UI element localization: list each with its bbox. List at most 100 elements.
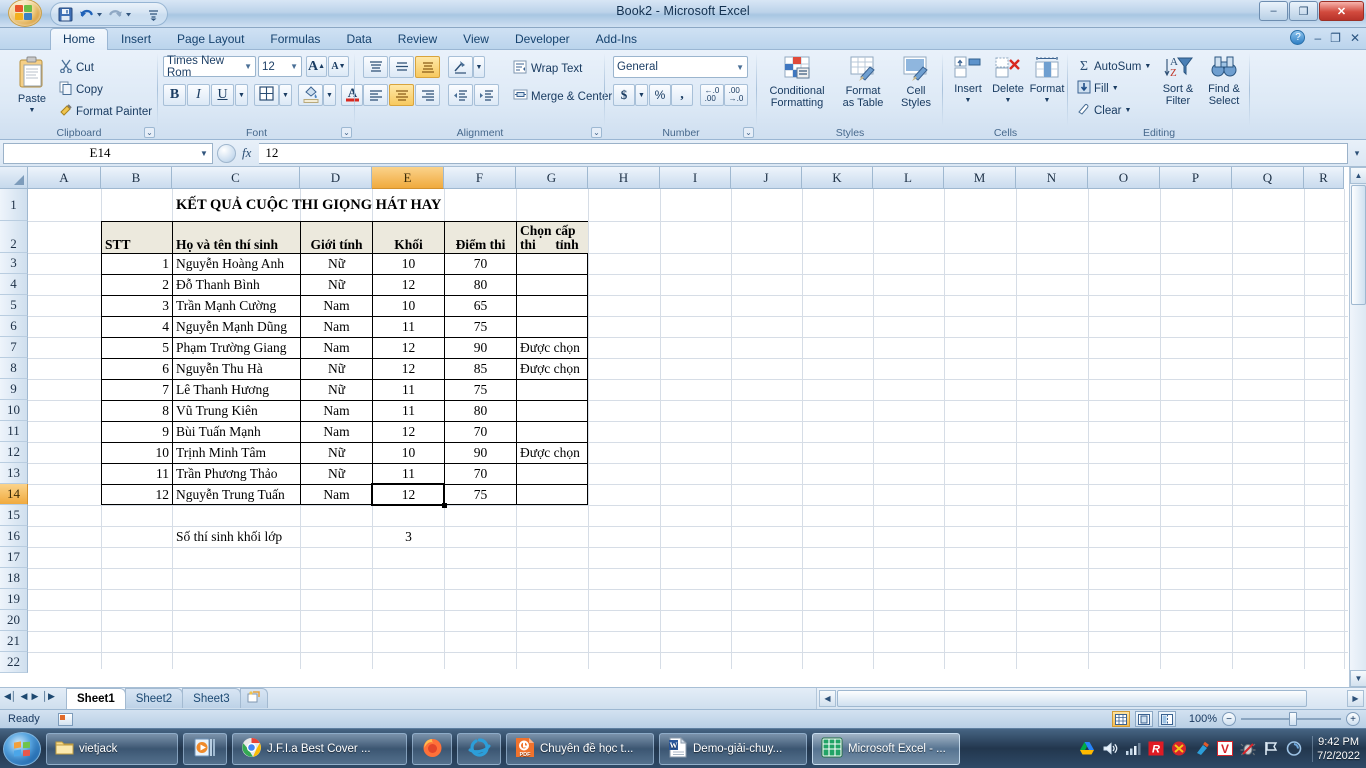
table-row[interactable]: Nữ — [301, 254, 372, 274]
table-row[interactable]: Nữ — [301, 380, 372, 400]
table-row[interactable]: Nam — [301, 338, 372, 358]
start-button[interactable] — [3, 731, 41, 766]
google-drive-icon[interactable] — [1079, 741, 1095, 757]
row-header-18[interactable]: 18 — [0, 568, 28, 589]
zoom-slider-thumb[interactable] — [1289, 712, 1297, 726]
table-row[interactable]: 70 — [445, 422, 516, 442]
table-row[interactable]: 7 — [102, 380, 172, 400]
row-header-2[interactable]: 2 — [0, 221, 28, 253]
last-sheet-button[interactable]: │▶ — [42, 691, 55, 702]
row-header-13[interactable]: 13 — [0, 463, 28, 484]
table-header-khoi[interactable]: Khối — [373, 222, 444, 253]
table-row[interactable]: 75 — [445, 485, 516, 505]
align-top-button[interactable] — [363, 56, 388, 78]
row-header-12[interactable]: 12 — [0, 442, 28, 463]
row-header-6[interactable]: 6 — [0, 316, 28, 337]
table-row[interactable]: Bùi Tuấn Mạnh — [173, 422, 300, 442]
table-row[interactable]: 90 — [445, 443, 516, 463]
vertical-scrollbar[interactable]: ▲ ▼ — [1349, 167, 1366, 687]
unikey-icon[interactable] — [1171, 741, 1187, 757]
table-row[interactable]: Được chọn — [517, 443, 588, 463]
decrease-decimal-button[interactable]: .00 →.0 — [724, 84, 748, 106]
copy-button[interactable]: Copy — [56, 80, 106, 99]
align-center-button[interactable] — [389, 84, 414, 106]
table-row[interactable]: 4 — [102, 317, 172, 337]
borders-dropdown-button[interactable]: ▼ — [279, 84, 292, 106]
table-row[interactable]: 12 — [373, 338, 444, 358]
select-all-button[interactable] — [0, 167, 28, 189]
fill-dropdown-icon[interactable]: ▼ — [1112, 85, 1119, 92]
fill-button[interactable]: Fill ▼ — [1074, 79, 1122, 98]
taskbar-item-excel[interactable]: Microsoft Excel - ... — [812, 732, 960, 765]
tab-data[interactable]: Data — [333, 28, 384, 50]
align-left-button[interactable] — [363, 84, 388, 106]
table-row[interactable]: 75 — [445, 380, 516, 400]
row-header-11[interactable]: 11 — [0, 421, 28, 442]
table-row[interactable]: 1 — [102, 254, 172, 274]
column-header-i[interactable]: I — [660, 167, 731, 189]
table-header-diem-thi[interactable]: Điểm thi — [445, 222, 516, 253]
align-middle-button[interactable] — [389, 56, 414, 78]
column-header-d[interactable]: D — [300, 167, 372, 189]
scroll-left-button[interactable]: ◀ — [819, 690, 836, 707]
table-row[interactable]: 12 — [373, 485, 444, 505]
percent-button[interactable]: % — [649, 84, 671, 106]
tab-view[interactable]: View — [450, 28, 502, 50]
normal-view-button[interactable] — [1112, 711, 1130, 727]
row-header-19[interactable]: 19 — [0, 589, 28, 610]
decrease-indent-button[interactable] — [448, 84, 473, 106]
font-size-caret-icon[interactable]: ▼ — [290, 62, 298, 71]
table-row[interactable]: Nam — [301, 317, 372, 337]
ribbon-close-button[interactable]: ✕ — [1350, 31, 1360, 45]
table-row[interactable]: Nam — [301, 296, 372, 316]
table-row[interactable]: Đỗ Thanh Bình — [173, 275, 300, 295]
summary-value-cell[interactable]: 3 — [373, 527, 444, 547]
column-header-k[interactable]: K — [802, 167, 873, 189]
orientation-button[interactable] — [448, 56, 473, 78]
font-name-input[interactable]: Times New Rom ▼ — [163, 55, 256, 79]
cleaner-icon[interactable] — [1194, 741, 1210, 757]
flag-icon[interactable] — [1263, 741, 1279, 757]
row-header-14[interactable]: 14 — [0, 484, 28, 505]
taskbar-item-media-player[interactable] — [183, 732, 227, 765]
page-break-view-button[interactable] — [1158, 711, 1176, 727]
bold-button[interactable]: B — [163, 84, 186, 106]
clipboard-dialog-launcher[interactable]: ⌄ — [144, 127, 155, 138]
column-header-o[interactable]: O — [1088, 167, 1160, 189]
table-row[interactable]: 12 — [373, 359, 444, 379]
column-header-l[interactable]: L — [873, 167, 944, 189]
table-row[interactable]: 10 — [373, 443, 444, 463]
column-header-n[interactable]: N — [1016, 167, 1088, 189]
table-row[interactable]: Nữ — [301, 443, 372, 463]
column-header-a[interactable]: A — [28, 167, 101, 189]
wrap-text-button[interactable]: Wrap Text — [510, 59, 585, 78]
format-cells-button[interactable]: Format ▼ — [1028, 56, 1066, 107]
table-row[interactable]: 10 — [373, 254, 444, 274]
row-header-5[interactable]: 5 — [0, 295, 28, 316]
tab-page-layout[interactable]: Page Layout — [164, 28, 257, 50]
scroll-up-button[interactable]: ▲ — [1350, 167, 1366, 184]
antivirus-icon[interactable]: R — [1148, 741, 1164, 757]
sheet-tab-sheet3[interactable]: Sheet3 — [182, 688, 241, 708]
column-header-g[interactable]: G — [516, 167, 588, 189]
table-row[interactable]: Lê Thanh Hương — [173, 380, 300, 400]
taskbar-item-firefox[interactable] — [412, 732, 452, 765]
next-sheet-button[interactable]: ▶ — [31, 691, 38, 702]
prev-sheet-button[interactable]: ◀ — [21, 691, 28, 702]
zoom-slider[interactable] — [1241, 712, 1341, 726]
table-row[interactable]: Nam — [301, 485, 372, 505]
autosum-button[interactable]: Σ AutoSum ▼ — [1074, 57, 1154, 76]
table-row[interactable]: 10 — [102, 443, 172, 463]
row-header-21[interactable]: 21 — [0, 631, 28, 652]
autosum-dropdown-icon[interactable]: ▼ — [1144, 63, 1151, 70]
align-right-button[interactable] — [415, 84, 440, 106]
number-format-caret-icon[interactable]: ▼ — [736, 63, 744, 72]
increase-indent-button[interactable] — [474, 84, 499, 106]
column-header-p[interactable]: P — [1160, 167, 1232, 189]
vertical-scroll-thumb[interactable] — [1351, 185, 1366, 305]
row-header-9[interactable]: 9 — [0, 379, 28, 400]
table-row[interactable]: Nguyễn Hoàng Anh — [173, 254, 300, 274]
table-row[interactable]: 11 — [102, 464, 172, 484]
minimize-button[interactable]: – — [1259, 1, 1288, 21]
delete-cells-button[interactable]: Delete ▼ — [989, 56, 1027, 107]
